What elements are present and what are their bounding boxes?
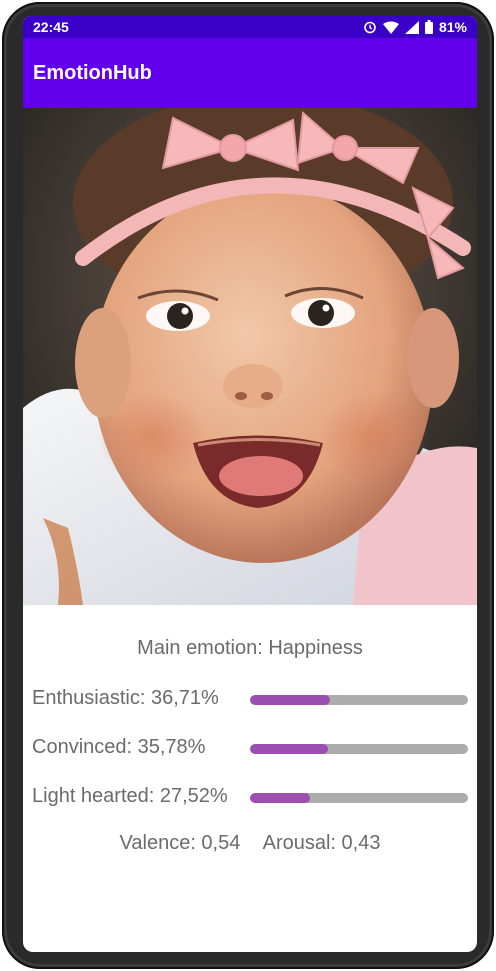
analyzed-photo — [23, 108, 477, 605]
battery-icon — [424, 20, 433, 34]
emotion-row-convinced: Convinced: 35,78% — [23, 736, 477, 766]
main-emotion-label: Main emotion: Happiness — [137, 637, 363, 659]
emotion-progress-fill — [250, 744, 328, 754]
emotion-label: Convinced: 35,78% — [32, 736, 206, 758]
wifi-icon — [382, 21, 399, 34]
alarm-icon — [364, 21, 376, 34]
valence-label: Valence: 0,54 — [119, 832, 241, 854]
phone-screen: 22:45 81% EmotionHub Main emotion: Happi… — [23, 16, 477, 952]
emotion-progress-bar — [250, 695, 468, 705]
emotion-progress-bar — [250, 744, 468, 754]
valence-arousal-row: Valence: 0,54 Arousal: 0,43 — [23, 832, 477, 855]
emotion-progress-fill — [250, 793, 310, 803]
emotion-row-light-hearted: Light hearted: 27,52% — [23, 785, 477, 815]
phone-frame: 22:45 81% EmotionHub Main emotion: Happi… — [2, 2, 494, 969]
arousal-label: Arousal: 0,43 — [262, 832, 381, 854]
emotion-label: Light hearted: 27,52% — [32, 785, 228, 807]
status-icons: 81% — [363, 19, 467, 35]
emotion-progress-bar — [250, 793, 468, 803]
emotion-label: Enthusiastic: 36,71% — [32, 687, 219, 709]
signal-icon — [404, 20, 419, 34]
status-bar: 22:45 81% — [23, 16, 477, 38]
emotion-progress-fill — [250, 695, 331, 705]
app-title: EmotionHub — [33, 61, 152, 84]
app-bar: EmotionHub — [23, 38, 477, 108]
status-time: 22:45 — [33, 19, 69, 35]
battery-percent: 81% — [438, 19, 467, 35]
emotion-row-enthusiastic: Enthusiastic: 36,71% — [23, 687, 477, 717]
